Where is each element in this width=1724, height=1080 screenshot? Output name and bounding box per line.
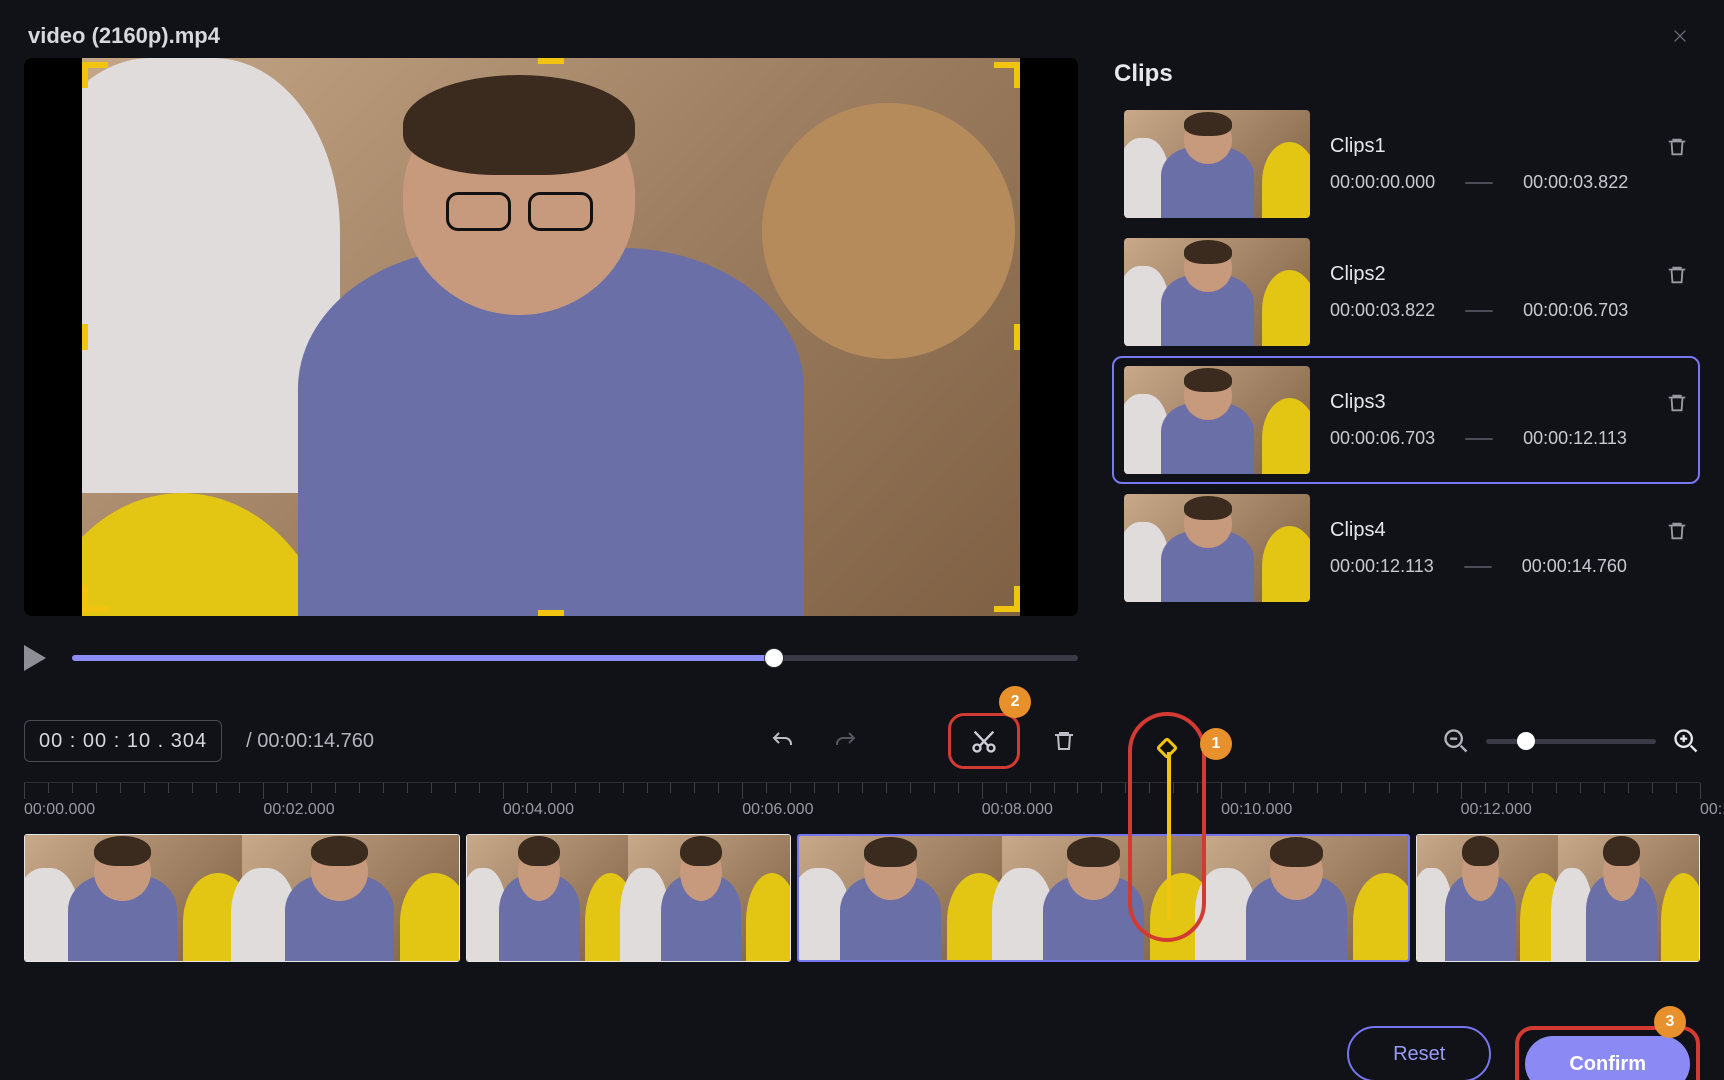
clip-item[interactable]: Clips1 00:00:00.000 00:00:03.822: [1112, 100, 1700, 228]
crop-handle-bottom-left[interactable]: [82, 586, 108, 612]
close-icon[interactable]: [1666, 22, 1694, 50]
clip-start: 00:00:03.822: [1330, 300, 1435, 321]
timeline-frame: [799, 836, 1002, 960]
clip-thumbnail: [1124, 494, 1310, 602]
ruler-label: 00:10.000: [1221, 801, 1292, 819]
clip-thumbnail: [1124, 110, 1310, 218]
timeline-frame: [467, 835, 629, 961]
undo-button[interactable]: [762, 721, 802, 761]
clip-end: 00:00:12.113: [1523, 428, 1627, 449]
clip-start: 00:00:00.000: [1330, 172, 1435, 193]
seek-slider[interactable]: [72, 655, 1078, 661]
crop-handle-left[interactable]: [82, 324, 88, 350]
clip-end: 00:00:14.760: [1522, 556, 1627, 577]
video-preview[interactable]: [24, 58, 1078, 616]
window-title: video (2160p).mp4: [28, 23, 220, 49]
clips-panel: Clips Clips100:00:00.00000:00:03.822Clip…: [1112, 58, 1700, 678]
ruler-label: 00:06.000: [742, 801, 813, 819]
crop-handle-top[interactable]: [538, 58, 564, 64]
timeline-segment[interactable]: [466, 834, 791, 962]
crop-handle-right[interactable]: [1014, 324, 1020, 350]
range-dash: [1465, 182, 1493, 184]
clip-thumbnail: [1124, 238, 1310, 346]
timeline-segment[interactable]: [24, 834, 460, 962]
clip-name: Clips3: [1330, 391, 1386, 414]
total-time-label: / 00:00:14.760: [246, 730, 374, 753]
timeline-segment[interactable]: [1416, 834, 1700, 962]
clip-start: 00:00:12.113: [1330, 556, 1434, 577]
seek-handle[interactable]: [765, 649, 783, 667]
timeline-frame: [25, 835, 242, 961]
clips-panel-title: Clips: [1112, 58, 1700, 94]
crop-handle-bottom[interactable]: [538, 610, 564, 616]
ruler-label: 00:12.000: [1461, 801, 1532, 819]
crop-handle-bottom-right[interactable]: [994, 586, 1020, 612]
crop-handle-top-right[interactable]: [994, 62, 1020, 88]
cut-button[interactable]: 2: [948, 713, 1020, 769]
timeline-segment-selected[interactable]: [797, 834, 1410, 962]
timeline-frames[interactable]: [24, 834, 1700, 962]
ruler-label: 00:04.000: [503, 801, 574, 819]
range-dash: [1465, 310, 1493, 312]
timeline-frame: [242, 835, 459, 961]
timeline-ruler[interactable]: 00:00.000 00:02.000 00:04.000 00:06.000 00:0…: [24, 782, 1700, 830]
ruler-label: 00:14.000: [1700, 801, 1724, 819]
ruler-label: 00:08.000: [982, 801, 1053, 819]
timeline-frame: [628, 835, 790, 961]
zoom-slider[interactable]: [1486, 739, 1656, 744]
range-dash: [1464, 566, 1492, 568]
trash-icon[interactable]: [1666, 136, 1688, 158]
zoom-out-icon[interactable]: [1442, 727, 1470, 755]
zoom-in-icon[interactable]: [1672, 727, 1700, 755]
clip-name: Clips2: [1330, 263, 1386, 286]
clip-item[interactable]: Clips3 00:00:06.703 00:00:12.113: [1112, 356, 1700, 484]
confirm-button[interactable]: Confirm: [1525, 1036, 1690, 1080]
trash-icon[interactable]: [1666, 264, 1688, 286]
redo-button[interactable]: [826, 721, 866, 761]
timeline-frame: [1205, 836, 1408, 960]
current-time-input[interactable]: 00 : 00 : 10 . 304: [24, 720, 222, 762]
clip-start: 00:00:06.703: [1330, 428, 1435, 449]
preview-column: [24, 58, 1078, 678]
seek-progress: [72, 655, 774, 661]
confirm-highlight: Confirm 3: [1515, 1026, 1700, 1080]
reset-button[interactable]: Reset: [1347, 1026, 1491, 1080]
trash-icon[interactable]: [1666, 520, 1688, 542]
timeline-frame: [1558, 835, 1699, 961]
timeline-frame: [1417, 835, 1558, 961]
callout-confirm: 3: [1654, 1006, 1686, 1038]
clip-name: Clips4: [1330, 519, 1386, 542]
ruler-label: 00:00.000: [24, 801, 95, 819]
clip-item[interactable]: Clips4 00:00:12.113 00:00:14.760: [1112, 484, 1700, 612]
play-button[interactable]: [24, 645, 46, 671]
zoom-controls: [1442, 727, 1700, 755]
crop-handle-top-left[interactable]: [82, 62, 108, 88]
clip-end: 00:00:03.822: [1523, 172, 1628, 193]
delete-button[interactable]: [1044, 721, 1084, 761]
clip-thumbnail: [1124, 366, 1310, 474]
clip-item[interactable]: Clips2 00:00:03.822 00:00:06.703: [1112, 228, 1700, 356]
zoom-handle[interactable]: [1517, 732, 1535, 750]
timeline-frame: [1002, 836, 1205, 960]
ruler-label: 00:02.000: [263, 801, 334, 819]
trash-icon[interactable]: [1666, 392, 1688, 414]
range-dash: [1465, 438, 1493, 440]
clip-end: 00:00:06.703: [1523, 300, 1628, 321]
callout-cut: 2: [999, 686, 1031, 718]
clip-name: Clips1: [1330, 135, 1386, 158]
